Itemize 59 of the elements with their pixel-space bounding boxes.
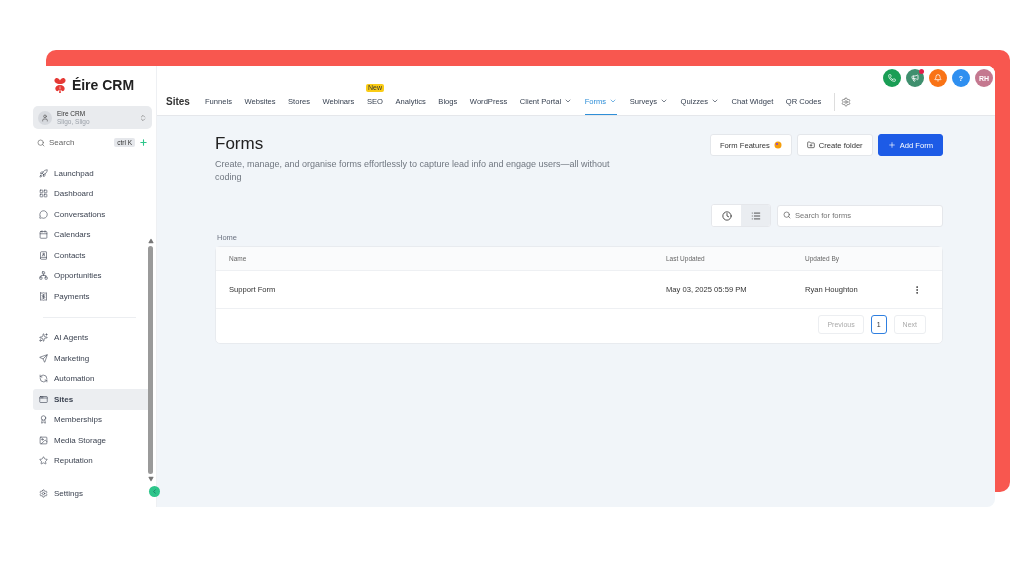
megaphone-icon — [911, 74, 919, 82]
star-icon — [39, 456, 48, 466]
sidebar-item[interactable]: Automation — [33, 368, 152, 389]
browser-window-icon — [39, 394, 48, 404]
sidebar-item[interactable]: Marketing — [33, 348, 152, 369]
sidebar-item[interactable]: Conversations — [33, 204, 152, 225]
image-icon — [39, 435, 48, 445]
palette-icon — [773, 141, 782, 149]
sidebar-item[interactable]: Settings — [33, 483, 152, 504]
receipt-icon — [39, 291, 48, 301]
refresh-icon — [39, 374, 48, 384]
chevrons-icon — [139, 113, 147, 122]
sidebar-item[interactable]: Media Storage — [33, 430, 152, 451]
award-icon — [39, 415, 48, 425]
sidebar-item[interactable]: Payments — [33, 286, 152, 307]
sparkles-icon — [39, 333, 48, 343]
sidebar-item[interactable]: Launchpad — [33, 163, 152, 184]
alert-dot — [919, 69, 924, 74]
bell-button[interactable] — [929, 69, 947, 87]
phone-icon — [888, 74, 896, 82]
phone-button[interactable] — [883, 69, 901, 87]
folder-plus-icon — [806, 141, 815, 149]
bell-icon — [934, 74, 942, 82]
sidebar-item[interactable]: Contacts — [33, 245, 152, 266]
search-icon — [783, 211, 791, 219]
scrollbar-thumb[interactable] — [148, 246, 153, 474]
clock-icon — [721, 210, 732, 221]
plus-icon — [887, 141, 896, 149]
sidebar-item[interactable]: Calendars — [33, 224, 152, 245]
sidebar-item[interactable]: Opportunities — [33, 265, 152, 286]
user-icon — [38, 110, 52, 125]
sidebar-item[interactable]: Dashboard — [33, 183, 152, 204]
contact-card-icon — [39, 250, 48, 260]
sidebar-search[interactable]: Search — [49, 138, 75, 147]
network-icon — [39, 271, 48, 281]
rocket-icon — [39, 168, 48, 178]
grid-icon — [39, 189, 48, 199]
page-description: Create, manage, and organise forms effortlessly to capture lead info and engage users—all without coding — [215, 158, 611, 184]
chat-bubble-icon — [39, 209, 48, 219]
list-view-button[interactable] — [741, 205, 770, 226]
scroll-up-icon[interactable] — [147, 238, 154, 244]
paper-plane-icon — [39, 353, 48, 363]
page-title: Forms — [215, 134, 265, 154]
sidebar-item[interactable]: AI Agents — [33, 327, 152, 348]
collapse-button[interactable] — [149, 486, 160, 497]
settings-icon — [39, 488, 48, 498]
settings-icon — [840, 96, 851, 107]
search-icon — [37, 138, 45, 147]
sidebar-item[interactable]: Reputation — [33, 450, 152, 471]
sidebar-item[interactable]: Memberships — [33, 409, 152, 430]
list-icon — [750, 210, 761, 221]
brand-name: Éire CRM — [71, 77, 135, 93]
section-title: Sites — [166, 96, 190, 107]
calendar-icon — [39, 230, 48, 240]
settings-button[interactable] — [833, 92, 851, 111]
scroll-down-icon[interactable] — [147, 476, 154, 482]
chevron-left-icon — [151, 488, 158, 495]
plus-icon[interactable] — [139, 138, 148, 147]
megaphone-button[interactable] — [906, 69, 924, 87]
